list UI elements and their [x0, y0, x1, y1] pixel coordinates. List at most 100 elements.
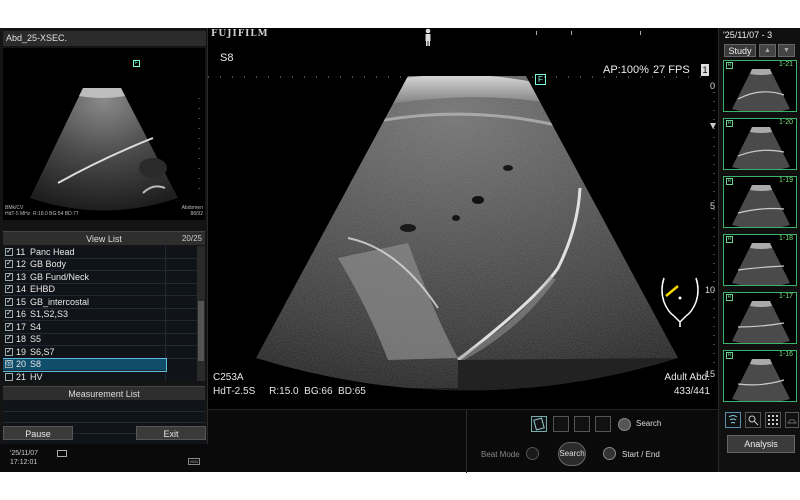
checkbox-icon[interactable]: ✓ — [5, 310, 13, 319]
control-bar: Search Beat Mode Search Start / End — [208, 409, 718, 473]
view-label: S6,S7 — [30, 346, 55, 357]
ultrasound-sector-image — [256, 76, 678, 388]
network-icon — [57, 450, 67, 457]
analysis-button[interactable]: Analysis — [727, 435, 795, 453]
checkbox-icon[interactable]: ✓ — [5, 297, 13, 306]
view-list-item[interactable]: ✓ 13 GB Fund/Neck — [3, 271, 197, 284]
thumbnail-image — [732, 301, 790, 343]
empty-slot-button[interactable] — [595, 416, 611, 432]
thumbnail-label: 1-16 — [778, 351, 793, 358]
checkbox-icon[interactable]: ✓ — [5, 247, 13, 256]
view-list-item[interactable]: ✓ 14 EHBD — [3, 284, 197, 296]
view-label: S8 — [30, 359, 42, 370]
depth-label: 5 — [709, 201, 715, 211]
view-label: GB Body — [30, 259, 67, 270]
checkbox-icon[interactable]: ✓ — [5, 260, 13, 269]
grid-icon[interactable] — [765, 412, 781, 428]
image-params: HdT-2.5S R:15.0 BG:66 BD:65 — [213, 386, 366, 397]
view-number: 14 — [16, 284, 27, 295]
empty-slot-button[interactable] — [574, 416, 590, 432]
view-label: HV — [30, 371, 43, 381]
study-thumbnail[interactable]: R 1-20 — [723, 118, 797, 170]
thumbnail-badge: R — [726, 62, 733, 69]
view-label: S4 — [30, 321, 42, 332]
view-list-item[interactable]: ◎ 20 S8 — [3, 357, 167, 372]
pause-button[interactable]: Pause — [3, 426, 73, 440]
divider — [466, 410, 467, 473]
view-list-item[interactable]: 21 HV — [3, 371, 197, 381]
view-list-item[interactable]: ✓ 12 GB Body — [3, 259, 197, 271]
view-number: 18 — [16, 334, 27, 345]
view-label: GB Fund/Neck — [30, 271, 90, 282]
probe-icon[interactable] — [785, 412, 799, 428]
checkbox-icon[interactable]: ✓ — [5, 322, 13, 331]
search-button[interactable]: Search — [558, 442, 586, 466]
checkbox-icon[interactable] — [5, 372, 13, 381]
preset-name: Adult Abd. — [664, 372, 710, 383]
thumbnail-badge: R — [726, 294, 733, 301]
study-date: '25/11/07 - 3 — [723, 30, 773, 40]
layout-icon[interactable] — [531, 416, 547, 432]
reference-image[interactable]: F BMk/CV HdT-5 MHz R:18.0 BG:54 BD:77 Ab… — [3, 48, 205, 220]
hdd-icon: HDD — [188, 458, 200, 465]
checkbox-icon[interactable]: ✓ — [5, 335, 13, 344]
probe-glyph — [787, 419, 797, 424]
view-label: GB_intercostal — [30, 296, 90, 307]
body-mark-icon[interactable] — [658, 276, 702, 328]
exam-title: Abd_25-XSEC. — [3, 31, 206, 46]
grid-glyph — [768, 415, 778, 425]
status-footer: '25/11/07 17:12:01 HDD — [0, 444, 208, 472]
measurement-list-header: Measurement List — [3, 386, 205, 400]
depth-label: 10 — [704, 285, 715, 295]
scrollbar-thumb[interactable] — [198, 301, 204, 361]
exit-button[interactable]: Exit — [136, 426, 206, 440]
search-toggle-icon[interactable] — [618, 418, 631, 431]
zoom-icon[interactable] — [745, 412, 761, 428]
ultrasound-window: Abd_25-XSEC. F BMk/CV HdT-5 MHz R:18.0 B… — [0, 28, 800, 473]
study-thumbnail[interactable]: R 1-19 — [723, 176, 797, 228]
study-thumbnail[interactable]: R 1-17 — [723, 292, 797, 344]
view-list-scrollbar[interactable] — [197, 246, 205, 381]
next-page-button[interactable]: ▼ — [778, 44, 795, 57]
wave-icon[interactable] — [725, 412, 741, 428]
empty-slot-button[interactable] — [553, 416, 569, 432]
thumbnail-label: 1-18 — [778, 235, 793, 242]
view-list-item[interactable]: ✓ 18 S5 — [3, 334, 197, 346]
view-list: ✓ 11 Panc Head ✓ 12 GB Body ✓ 13 GB Fund/Neck ✓ 14… — [3, 246, 197, 381]
start-end-icon[interactable] — [603, 447, 616, 460]
wave-glyph — [728, 415, 738, 424]
thumbnail-label: 1-20 — [778, 119, 793, 126]
right-panel: '25/11/07 - 3 Study ▲ ▼ R 1-21 R 1-20 R 1-19 R… — [718, 28, 800, 472]
preset-info: Adult Abd. 433/441 — [664, 371, 710, 399]
checkbox-icon[interactable]: ✓ — [5, 285, 13, 294]
view-list-item[interactable]: ✓ 19 S6,S7 — [3, 346, 197, 359]
frame-counter: 433/441 — [673, 386, 710, 397]
right-tools — [719, 409, 800, 433]
date-text: '25/11/07 — [10, 450, 39, 457]
measurement-list-title: Measurement List — [68, 389, 140, 399]
view-label: Panc Head — [30, 246, 75, 257]
study-thumbnail[interactable]: R 1-16 — [723, 350, 797, 402]
view-label: S5 — [30, 334, 42, 345]
view-list-item[interactable]: ✓ 16 S1,S2,S3 — [3, 309, 197, 321]
checkbox-icon[interactable]: ◎ — [5, 360, 13, 369]
ultrasound-image-area[interactable]: FUJIFILM S8 F AP:100% 27 FPS 1 0 5 10 15… — [208, 28, 718, 409]
thumbnail-image — [732, 185, 790, 227]
view-list-header: View List 20/25 — [3, 231, 205, 245]
view-list-item[interactable]: ✓ 15 GB_intercostal — [3, 296, 197, 309]
view-list-item[interactable]: ✓ 11 Panc Head — [3, 246, 197, 259]
prev-page-button[interactable]: ▲ — [759, 44, 776, 57]
thumbnail-label: 1-21 — [778, 61, 793, 68]
beat-mode-icon[interactable] — [526, 447, 539, 460]
checkbox-icon[interactable]: ✓ — [5, 347, 13, 356]
study-button[interactable]: Study — [724, 44, 756, 57]
view-number: 11 — [16, 246, 26, 257]
study-thumbnail[interactable]: R 1-21 — [723, 60, 797, 112]
checkbox-icon[interactable]: ✓ — [5, 272, 13, 281]
reference-meta-left: BMk/CV HdT-5 MHz R:18.0 BG:54 BD:77 — [5, 205, 79, 217]
view-number: 15 — [16, 296, 27, 307]
study-thumbnail[interactable]: R 1-18 — [723, 234, 797, 286]
reference-ultrasound-image — [30, 88, 200, 211]
view-list-item[interactable]: ✓ 17 S4 — [3, 321, 197, 334]
view-list-title: View List — [86, 234, 122, 244]
